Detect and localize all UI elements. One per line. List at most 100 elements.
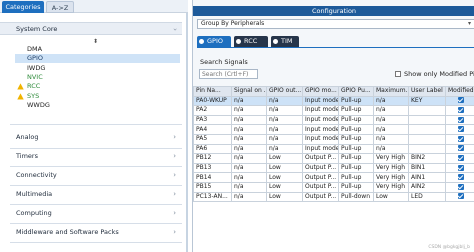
table-cell: n/a — [231, 181, 267, 193]
modified-cell — [445, 162, 474, 174]
sort-icon[interactable]: ⬍ — [93, 38, 98, 45]
search-signals-label: Search Signals — [200, 58, 248, 66]
table-row[interactable]: PA0-WKUP n/a n/a Input mode Pull-up n/a KEY — [193, 95, 474, 107]
group-label: Connectivity — [16, 171, 57, 179]
table-cell: n/a — [231, 162, 267, 174]
categories-scrollbar[interactable] — [186, 13, 188, 252]
table-cell: AIN1 — [408, 172, 446, 183]
checkbox-box[interactable] — [395, 71, 401, 77]
table-cell: n/a — [266, 114, 303, 126]
table-cell: Low — [266, 181, 303, 193]
checkbox-checked-icon[interactable] — [457, 174, 464, 181]
group-middleware[interactable]: Middleware and Software Packs › — [0, 226, 182, 239]
column-header[interactable]: Pin Na... — [193, 86, 232, 97]
sidebar-item-iwdg[interactable]: IWDG — [15, 64, 180, 73]
divider — [10, 223, 182, 224]
group-label: Timers — [16, 152, 38, 160]
table-cell: BIN2 — [408, 153, 446, 164]
checkbox-checked-icon[interactable] — [457, 145, 464, 152]
group-system-core[interactable]: System Core › — [0, 22, 182, 35]
table-row[interactable]: PB12 n/a Low Output P... Pull-up Very High BIN… — [193, 153, 474, 164]
tab-underline — [197, 47, 474, 48]
table-cell — [408, 143, 446, 155]
column-header[interactable]: Maximum... — [373, 86, 409, 97]
table-header-row: Pin Na... Signal on ... GPIO out... GPIO mo… — [193, 86, 474, 97]
column-header[interactable]: GPIO Pu... — [338, 86, 374, 97]
table-cell: n/a — [231, 95, 267, 107]
table-cell: n/a — [231, 172, 267, 183]
table-body: PA0-WKUP n/a n/a Input mode Pull-up n/a KEY PA2… — [193, 95, 474, 203]
table-cell: Pull-up — [338, 95, 374, 107]
table-row[interactable]: PA6 n/a n/a Input mode Pull-up n/a — [193, 143, 474, 155]
group-connectivity[interactable]: Connectivity › — [0, 169, 182, 182]
show-modified-checkbox[interactable]: Show only Modified Pin — [395, 70, 474, 79]
table-cell: n/a — [231, 143, 267, 155]
group-label: Analog — [16, 133, 39, 141]
tab-tim[interactable]: TIM — [271, 36, 299, 47]
modified-cell — [445, 181, 474, 193]
search-signals-input[interactable] — [199, 69, 258, 79]
sidebar-item-gpio[interactable]: GPIO — [15, 54, 180, 64]
table-cell: Pull-up — [338, 172, 374, 183]
column-header[interactable]: User Label — [408, 86, 446, 97]
chevron-right-icon: › — [173, 171, 176, 179]
checkbox-checked-icon[interactable] — [457, 135, 464, 142]
tab-gpio[interactable]: GPIO — [197, 36, 231, 47]
gpio-table: Pin Na... Signal on ... GPIO out... GPIO mo… — [193, 86, 474, 252]
divider — [10, 166, 182, 167]
table-cell: Pull-down — [338, 191, 374, 203]
table-cell: Input mode — [302, 105, 339, 116]
sidebar-item-nvic[interactable]: NVIC — [15, 73, 180, 82]
watermark: CSDN @bgkgjblj_b — [428, 245, 470, 250]
modified-cell — [445, 133, 474, 145]
table-cell: Output P... — [302, 181, 339, 193]
modified-cell — [445, 191, 474, 203]
table-cell: PA6 — [193, 143, 232, 155]
sidebar-item-label: DMA — [27, 45, 43, 53]
table-cell: Low — [373, 191, 409, 203]
table-cell: n/a — [231, 114, 267, 126]
table-cell: PA3 — [193, 114, 232, 126]
sidebar-item-rcc[interactable]: RCC — [15, 82, 180, 91]
checkbox-checked-icon[interactable] — [457, 106, 464, 113]
sidebar-item-dma[interactable]: DMA — [15, 45, 180, 54]
checkbox-checked-icon[interactable] — [457, 116, 464, 123]
table-row[interactable]: PA5 n/a n/a Input mode Pull-up n/a — [193, 133, 474, 145]
group-multimedia[interactable]: Multimedia › — [0, 188, 182, 201]
table-cell: n/a — [266, 133, 303, 145]
table-row[interactable]: PB13 n/a Low Output P... Pull-up Very High BIN… — [193, 162, 474, 174]
warning-icon — [17, 92, 24, 100]
group-computing[interactable]: Computing › — [0, 207, 182, 220]
table-cell — [408, 124, 446, 135]
table-row[interactable]: PB14 n/a Low Output P... Pull-up Very High AIN… — [193, 172, 474, 183]
checkbox-checked-icon[interactable] — [457, 164, 464, 171]
checkbox-checked-icon[interactable] — [457, 126, 464, 133]
checkbox-checked-icon[interactable] — [457, 154, 464, 161]
column-header[interactable]: Signal on ... — [231, 86, 267, 97]
table-row[interactable]: PC13-AN... n/a Low Output P... Pull-down Low L… — [193, 191, 474, 203]
table-row[interactable]: PA3 n/a n/a Input mode Pull-up n/a — [193, 114, 474, 126]
checkbox-checked-icon[interactable] — [457, 183, 464, 190]
table-row[interactable]: PA2 n/a n/a Input mode Pull-up n/a — [193, 105, 474, 116]
column-header[interactable]: GPIO mo... — [302, 86, 339, 97]
sidebar-item-wwdg[interactable]: WWDG — [15, 101, 180, 110]
tab-categories[interactable]: Categories — [2, 1, 44, 13]
checkbox-checked-icon[interactable] — [457, 193, 464, 200]
group-by-select[interactable]: Group By Peripherals ▾ — [197, 19, 474, 29]
warning-icon — [17, 83, 24, 90]
divider — [10, 242, 182, 243]
column-header[interactable]: GPIO out... — [266, 86, 303, 97]
checkbox-checked-icon[interactable] — [457, 97, 464, 104]
check-circle-icon — [199, 39, 204, 44]
tab-rcc[interactable]: RCC — [234, 36, 268, 47]
table-row[interactable]: PA4 n/a n/a Input mode Pull-up n/a — [193, 124, 474, 135]
tab-a-to-z[interactable]: A->Z — [46, 1, 74, 13]
group-analog[interactable]: Analog › — [0, 131, 182, 144]
table-cell: n/a — [266, 105, 303, 116]
table-row[interactable]: PB15 n/a Low Output P... Pull-up Very High AIN… — [193, 181, 474, 193]
group-timers[interactable]: Timers › — [0, 150, 182, 163]
column-header[interactable]: Modified — [445, 86, 474, 97]
sidebar-item-sys[interactable]: SYS — [15, 92, 180, 101]
table-cell: PB12 — [193, 153, 232, 164]
table-cell: n/a — [266, 143, 303, 155]
